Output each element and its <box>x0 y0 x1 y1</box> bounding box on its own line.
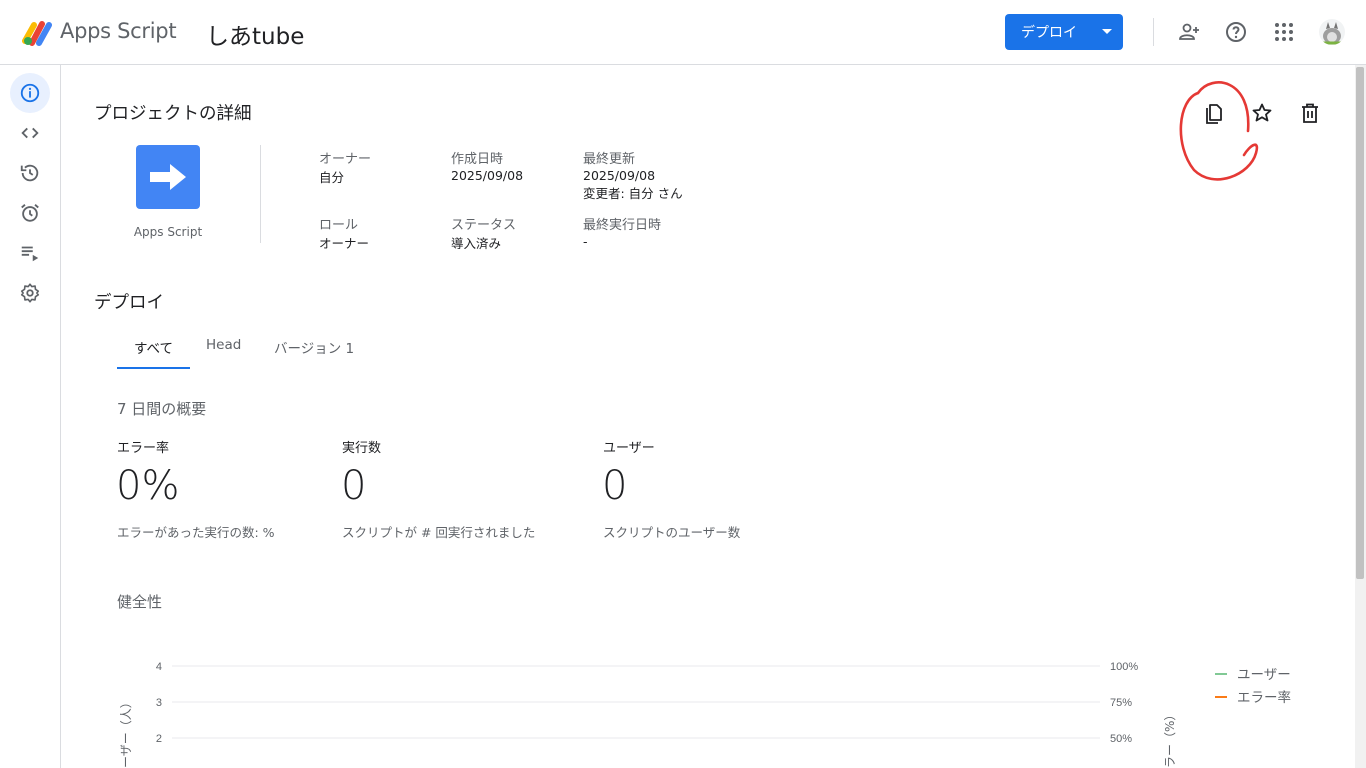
deploy-button-label: デプロイ <box>1021 25 1077 41</box>
y-tick-label-right: 50% <box>1110 733 1132 745</box>
created-label: 作成日時 <box>451 152 504 167</box>
legend-label: ユーザー <box>1237 667 1291 683</box>
role-label: ロール <box>319 218 359 233</box>
error-rate-label: エラー率 <box>117 441 170 456</box>
sidebar-item-triggers[interactable] <box>10 193 50 233</box>
project-icon-label: Apps Script <box>133 225 203 239</box>
legend-label: エラー率 <box>1237 689 1291 706</box>
updated-value: 2025/09/08 <box>583 168 656 183</box>
y-tick-label-right: 100% <box>1110 661 1138 673</box>
code-icon <box>21 127 39 139</box>
app-name[interactable]: Apps Script <box>60 19 177 43</box>
users-desc: スクリプトのユーザー数 <box>603 525 741 540</box>
sidebar-item-executions[interactable] <box>10 233 50 273</box>
owner-value: 自分 <box>319 170 345 185</box>
users-label: ユーザー <box>603 441 655 456</box>
project-details-title: プロジェクトの詳細 <box>94 104 252 124</box>
y-axis-label-right: エラー（%） <box>1163 709 1177 768</box>
last-run-label: 最終実行日時 <box>583 218 662 233</box>
sidebar-item-settings[interactable] <box>10 273 50 313</box>
sidebar-item-editor[interactable] <box>10 113 50 153</box>
last-run-value: - <box>583 234 588 249</box>
tab-version-1[interactable]: バージョン 1 <box>274 337 354 357</box>
executions-value: 0 <box>341 463 367 509</box>
deploy-button[interactable]: デプロイ <box>1005 14 1123 50</box>
top-bar: Apps Script しあtube デプロイ <box>0 0 1366 65</box>
tab-all[interactable]: すべて <box>134 337 173 357</box>
updated-label: 最終更新 <box>583 152 636 167</box>
header-divider <box>1153 18 1154 46</box>
health-title: 健全性 <box>117 593 163 611</box>
delete-icon[interactable] <box>1298 101 1322 125</box>
updated-by: 変更者: 自分 さん <box>583 186 683 201</box>
created-value: 2025/09/08 <box>451 168 524 183</box>
health-chart: 4 3 2 100% 75% 50% ユーザー（人） エラー（%） ユーザーエラー率 <box>119 661 1291 768</box>
annotation-circle <box>1179 81 1259 181</box>
status-label: ステータス <box>451 218 517 233</box>
executions-label: 実行数 <box>342 441 382 456</box>
star-icon[interactable] <box>1250 101 1274 125</box>
help-icon[interactable] <box>1224 20 1248 44</box>
sidebar-item-history[interactable] <box>10 153 50 193</box>
y-tick-label-left: 2 <box>156 733 162 745</box>
active-tab-indicator <box>117 367 190 369</box>
error-rate-desc: エラーがあった実行の数: % <box>117 525 275 540</box>
executions-desc: スクリプトが # 回実行されました <box>342 525 536 540</box>
project-icon <box>136 145 200 209</box>
error-rate-value: 0% <box>116 463 180 509</box>
arrow-right-icon <box>150 164 186 190</box>
details-divider <box>260 145 261 243</box>
y-tick-label-left: 3 <box>156 697 162 709</box>
users-value: 0 <box>602 463 628 509</box>
apps-grid-icon[interactable] <box>1272 20 1296 44</box>
y-axis-label-left: ユーザー（人） <box>119 696 133 768</box>
info-icon <box>20 83 40 103</box>
role-value: オーナー <box>319 236 370 251</box>
tab-head[interactable]: Head <box>206 337 241 353</box>
owner-label: オーナー <box>319 152 372 167</box>
apps-script-logo[interactable] <box>22 19 54 47</box>
avatar[interactable] <box>1319 19 1345 45</box>
status-value: 導入済み <box>451 236 502 251</box>
chevron-down-icon[interactable] <box>1091 14 1123 50</box>
gear-icon <box>20 283 40 303</box>
y-tick-label-left: 4 <box>156 661 162 673</box>
add-user-icon[interactable] <box>1177 20 1201 44</box>
y-tick-label-right: 75% <box>1110 697 1132 709</box>
project-title[interactable]: しあtube <box>206 17 304 51</box>
scrollbar-thumb[interactable] <box>1356 67 1364 579</box>
summary-title: 7 日間の概要 <box>117 400 207 418</box>
alarm-icon <box>21 204 39 222</box>
playlist-icon <box>21 246 39 262</box>
sidebar-item-overview[interactable] <box>10 73 50 113</box>
history-icon <box>20 164 39 182</box>
deploy-section-title: デプロイ <box>94 293 164 313</box>
